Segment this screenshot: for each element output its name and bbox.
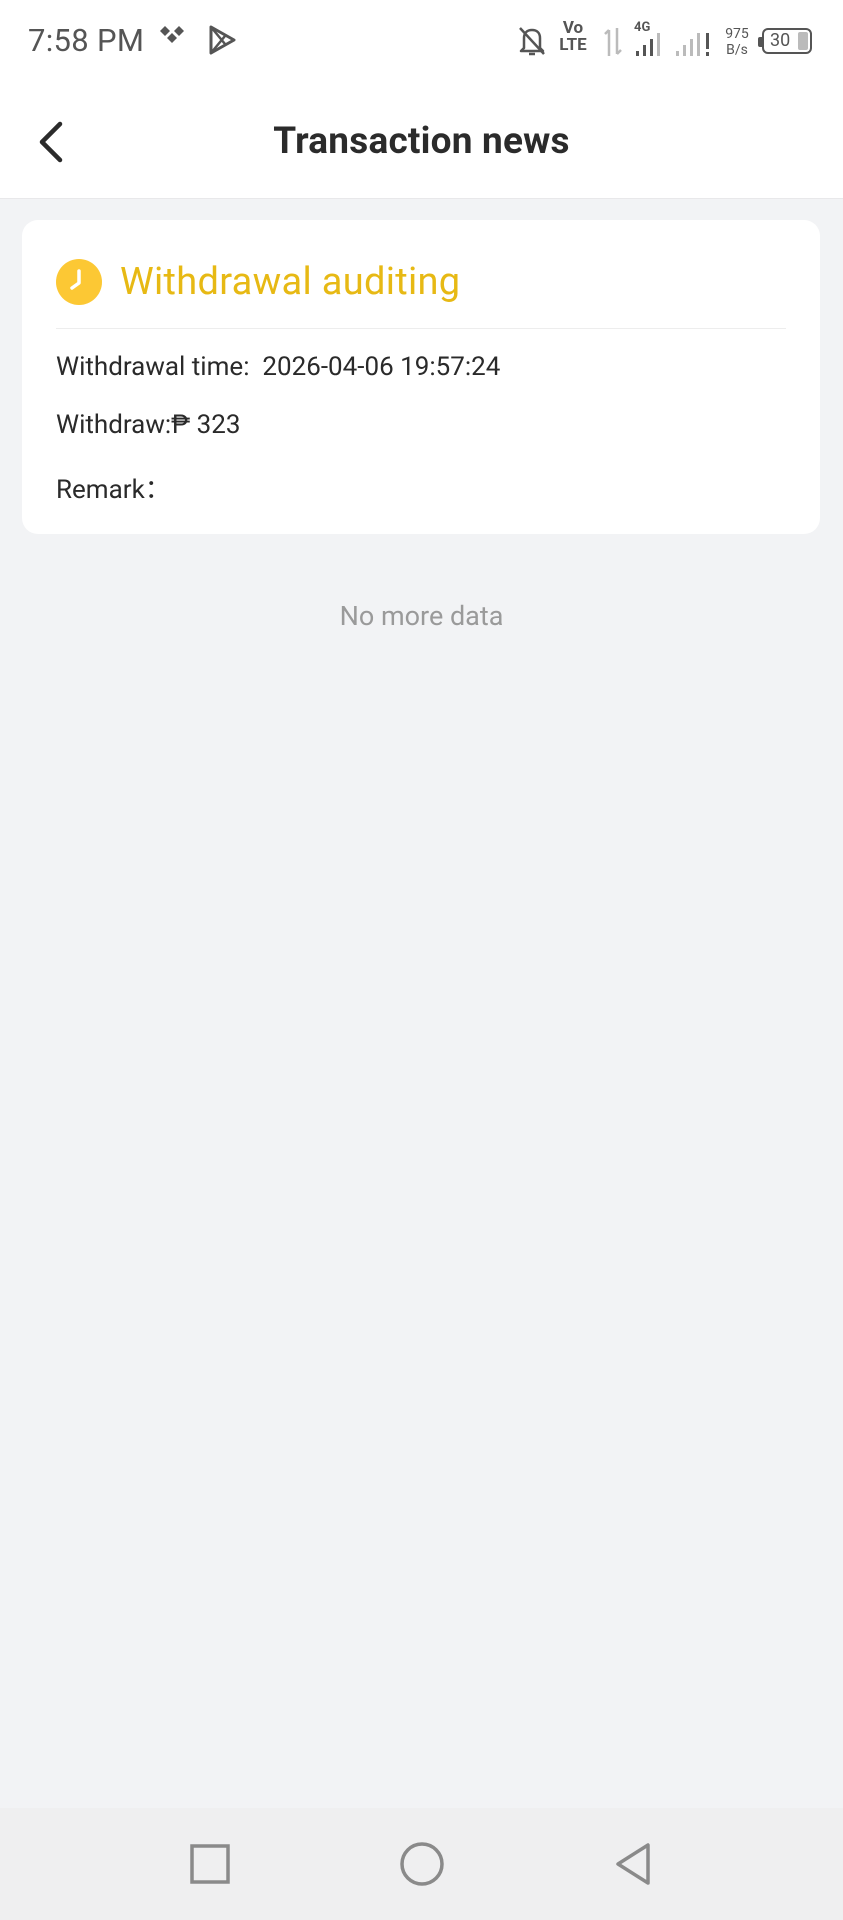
battery-icon: 30 xyxy=(758,28,812,54)
withdraw-amount-value: 323 xyxy=(196,410,241,440)
transaction-status: Withdrawal auditing xyxy=(120,260,461,304)
signal-strength-icon-1: 4G xyxy=(632,20,666,62)
battery-level: 30 xyxy=(770,30,791,51)
system-nav-bar xyxy=(0,1808,843,1920)
circle-icon xyxy=(400,1842,444,1886)
status-time: 7:58 PM xyxy=(28,22,145,59)
currency-symbol: ₱ xyxy=(171,410,191,440)
withdrawal-time-label: Withdrawal time: xyxy=(56,352,250,382)
volte-bottom-label: LTE xyxy=(559,35,587,55)
play-store-icon xyxy=(206,24,238,60)
system-back-button[interactable] xyxy=(608,1838,660,1890)
remark-label: Remark： xyxy=(56,475,171,505)
withdraw-amount-label: Withdraw: xyxy=(56,410,172,440)
network-type-label: 4G xyxy=(634,20,651,35)
transaction-card[interactable]: Withdrawal auditing Withdrawal time: 202… xyxy=(22,220,820,534)
network-speed-unit: B/s xyxy=(726,42,748,58)
triangle-back-icon xyxy=(616,1843,650,1885)
status-bar: 7:58 PM Vo LTE 4G 975 B/s 30 xyxy=(0,0,843,84)
list-end-message: No more data xyxy=(339,600,504,632)
mute-bell-icon xyxy=(516,24,548,62)
withdrawal-time-row: Withdrawal time: 2026-04-06 19:57:24 xyxy=(56,352,500,382)
network-speed: 975 B/s xyxy=(722,26,752,58)
app-header: Transaction news xyxy=(0,84,843,199)
remark-row: Remark： xyxy=(56,469,171,506)
transaction-status-header: Withdrawal auditing xyxy=(56,254,786,310)
card-divider xyxy=(56,328,786,329)
volte-indicator: Vo LTE xyxy=(558,20,588,54)
network-speed-value: 975 xyxy=(725,26,749,42)
withdrawal-time-value: 2026-04-06 19:57:24 xyxy=(262,352,501,382)
home-button[interactable] xyxy=(396,1838,448,1890)
clock-icon xyxy=(56,259,102,305)
square-icon xyxy=(190,1844,230,1884)
signal-strength-icon-2 xyxy=(674,22,714,62)
recent-apps-button[interactable] xyxy=(184,1838,236,1890)
withdraw-amount-row: Withdraw:₱ 323 xyxy=(56,410,241,440)
app-notification-icon xyxy=(158,24,186,56)
data-transfer-icon xyxy=(602,26,624,62)
page-title: Transaction news xyxy=(273,120,570,163)
